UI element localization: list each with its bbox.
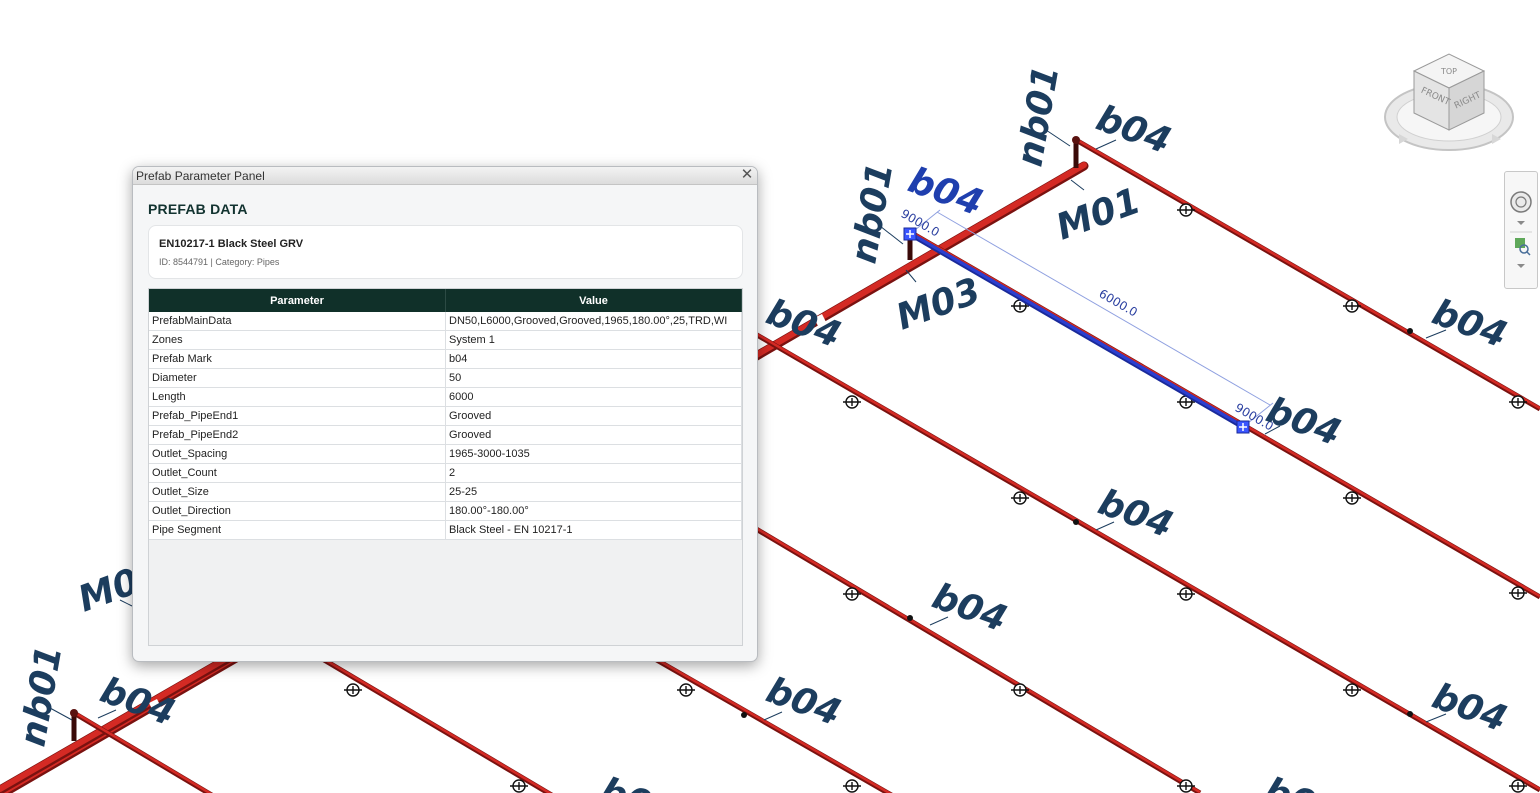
panel-title: Prefab Parameter Panel xyxy=(136,169,265,183)
wheel-icon[interactable] xyxy=(1510,191,1532,213)
navigation-bar xyxy=(1504,171,1538,289)
parameter-name-cell[interactable]: Outlet_Count xyxy=(149,463,446,483)
parameter-value-cell[interactable]: 2 xyxy=(445,463,742,483)
elbow-fitting xyxy=(70,709,78,717)
outlet-dot xyxy=(1407,711,1413,717)
parameter-value-cell[interactable]: 50 xyxy=(445,368,742,388)
parameter-name-cell[interactable]: Prefab Mark xyxy=(149,349,446,369)
table-row[interactable]: Length 6000 xyxy=(149,387,742,407)
parameter-value-cell[interactable]: 180.00°-180.00° xyxy=(445,501,742,521)
column-header-value[interactable]: Value xyxy=(445,289,742,312)
sprinkler-icon xyxy=(344,683,362,697)
zoom-icon[interactable] xyxy=(1515,238,1531,256)
table-row[interactable]: Outlet_Spacing 1965-3000-1035 xyxy=(149,444,742,464)
sprinkler-icon xyxy=(843,395,861,409)
table-row[interactable]: Outlet_Size 25-25 xyxy=(149,482,742,502)
outlet-dot xyxy=(741,712,747,718)
table-row[interactable]: Prefab Mark b04 xyxy=(149,349,742,369)
parameter-name-cell[interactable]: Prefab_PipeEnd2 xyxy=(149,425,446,445)
m03-tag[interactable]: M03 xyxy=(891,271,986,339)
parameter-name-cell[interactable]: Outlet_Size xyxy=(149,482,446,502)
nb01-tag[interactable]: nb01 xyxy=(1009,62,1067,169)
tag-leader xyxy=(905,269,917,283)
nb01-tag[interactable]: nb01 xyxy=(12,642,70,749)
outlet-dot xyxy=(1407,328,1413,334)
m01-tag[interactable]: M01 xyxy=(1051,181,1146,249)
element-info-card: EN10217-1 Black Steel GRV ID: 8544791 | … xyxy=(148,225,743,279)
parameter-value-cell[interactable]: Grooved xyxy=(445,406,742,426)
b04-tag-partial[interactable]: b0 xyxy=(595,770,657,793)
viewcube-icon[interactable]: TOP FRONT RIGHT xyxy=(1384,53,1514,151)
close-icon[interactable]: ✕ xyxy=(740,167,754,183)
parameter-table[interactable]: Parameter Value PrefabMainData DN50,L6000… xyxy=(148,288,743,646)
outlet-dot xyxy=(1073,519,1079,525)
element-id-category: ID: 8544791 | Category: Pipes xyxy=(159,257,280,267)
dimension-text[interactable]: 6000.0 xyxy=(1097,286,1140,319)
b04-tag[interactable]: b04 xyxy=(1427,292,1512,356)
table-row[interactable]: Diameter 50 xyxy=(149,368,742,388)
parameter-name-cell[interactable]: Length xyxy=(149,387,446,407)
prefab-parameter-panel: Prefab Parameter Panel ✕ PREFAB DATA EN1… xyxy=(132,166,758,662)
b04-tag[interactable]: b04 xyxy=(1091,98,1176,162)
branch-pipe[interactable] xyxy=(744,326,1540,791)
tag-leader xyxy=(763,711,783,721)
parameter-value-cell[interactable]: 25-25 xyxy=(445,482,742,502)
parameter-value-cell[interactable]: 6000 xyxy=(445,387,742,407)
parameter-value-cell[interactable]: Grooved xyxy=(445,425,742,445)
table-row[interactable]: Prefab_PipeEnd1 Grooved xyxy=(149,406,742,426)
chevron-down-icon[interactable] xyxy=(1517,221,1525,225)
grip-handle[interactable] xyxy=(903,227,917,241)
sprinkler-icon xyxy=(1011,683,1029,697)
parameter-value-cell[interactable]: System 1 xyxy=(445,330,742,350)
outlet-dot xyxy=(907,615,913,621)
grip-handle[interactable] xyxy=(1236,420,1250,434)
sprinkler-icon xyxy=(677,683,695,697)
table-row[interactable]: Outlet_Direction 180.00°-180.00° xyxy=(149,501,742,521)
column-header-parameter[interactable]: Parameter xyxy=(149,289,446,312)
section-heading: PREFAB DATA xyxy=(148,201,248,217)
sprinkler-icon xyxy=(843,779,861,793)
b04-tag[interactable]: b04 xyxy=(927,576,1012,640)
dimension-line xyxy=(936,211,1271,406)
parameter-name-cell[interactable]: PrefabMainData xyxy=(149,312,446,331)
parameter-value-cell[interactable]: DN50,L6000,Grooved,Grooved,1965,180.00°,… xyxy=(445,312,742,331)
table-row[interactable]: Prefab_PipeEnd2 Grooved xyxy=(149,425,742,445)
parameter-name-cell[interactable]: Zones xyxy=(149,330,446,350)
parameter-name-cell[interactable]: Prefab_PipeEnd1 xyxy=(149,406,446,426)
nb01-tag[interactable]: nb01 xyxy=(843,159,901,266)
b04-tag-partial[interactable]: b0 xyxy=(1259,770,1321,793)
parameter-value-cell[interactable]: b04 xyxy=(445,349,742,369)
selected-pipe-body[interactable] xyxy=(909,231,1244,428)
chevron-down-icon[interactable] xyxy=(1517,264,1525,268)
viewcube-top-label[interactable]: TOP xyxy=(1440,67,1457,76)
parameter-value-cell[interactable]: Black Steel - EN 10217-1 xyxy=(445,520,742,540)
element-family-name: EN10217-1 Black Steel GRV xyxy=(159,238,304,250)
parameter-name-cell[interactable]: Pipe Segment xyxy=(149,520,446,540)
elbow-fitting xyxy=(1072,136,1080,144)
parameter-name-cell[interactable]: Outlet_Direction xyxy=(149,501,446,521)
table-row[interactable]: PrefabMainData DN50,L6000,Grooved,Grooved… xyxy=(149,312,742,331)
panel-titlebar[interactable]: Prefab Parameter Panel ✕ xyxy=(133,167,757,185)
tag-leader xyxy=(1070,179,1085,191)
parameter-value-cell[interactable]: 1965-3000-1035 xyxy=(445,444,742,464)
parameter-name-cell[interactable]: Outlet_Spacing xyxy=(149,444,446,464)
table-row[interactable]: Pipe Segment Black Steel - EN 10217-1 xyxy=(149,520,742,540)
table-row[interactable]: Zones System 1 xyxy=(149,330,742,350)
parameter-name-cell[interactable]: Diameter xyxy=(149,368,446,388)
table-row[interactable]: Outlet_Count 2 xyxy=(149,463,742,483)
